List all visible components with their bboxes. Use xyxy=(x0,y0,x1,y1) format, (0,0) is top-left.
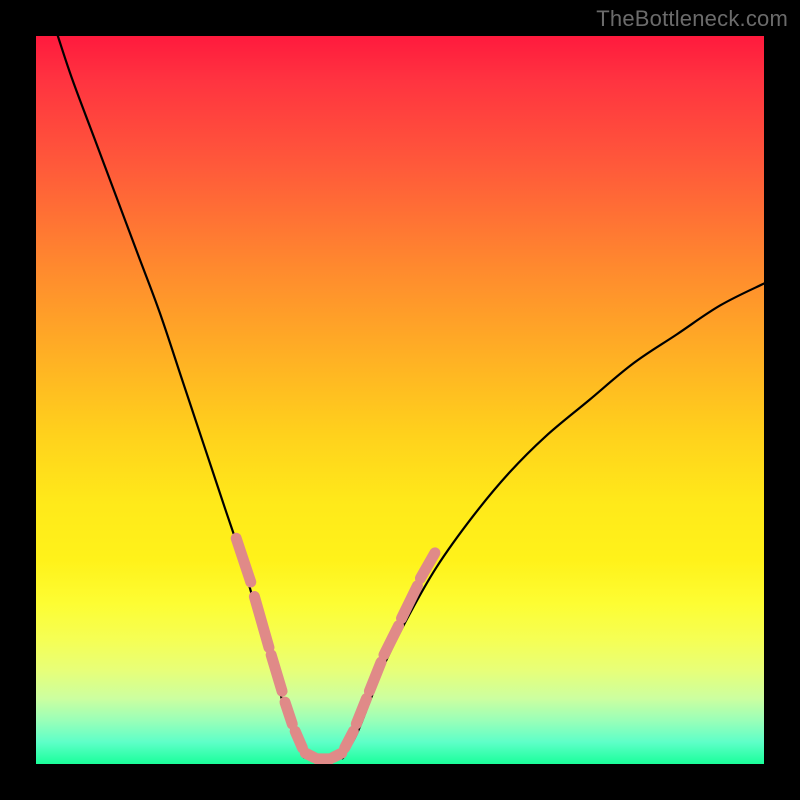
chart-frame: TheBottleneck.com xyxy=(0,0,800,800)
highlight-dash xyxy=(369,662,381,691)
highlight-dash xyxy=(384,626,399,655)
highlight-dash xyxy=(333,753,342,757)
highlight-dash xyxy=(271,655,282,691)
highlight-dash xyxy=(254,597,269,648)
highlight-dash xyxy=(356,698,366,723)
highlight-dashes xyxy=(236,538,435,759)
plot-area xyxy=(36,36,764,764)
curve-svg xyxy=(36,36,764,764)
bottleneck-curve xyxy=(58,36,764,760)
highlight-dash xyxy=(285,702,292,724)
highlight-dash xyxy=(401,586,417,619)
highlight-dash xyxy=(345,731,354,748)
highlight-dash xyxy=(295,731,302,748)
highlight-dash xyxy=(236,538,251,582)
watermark-label: TheBottleneck.com xyxy=(596,6,788,32)
